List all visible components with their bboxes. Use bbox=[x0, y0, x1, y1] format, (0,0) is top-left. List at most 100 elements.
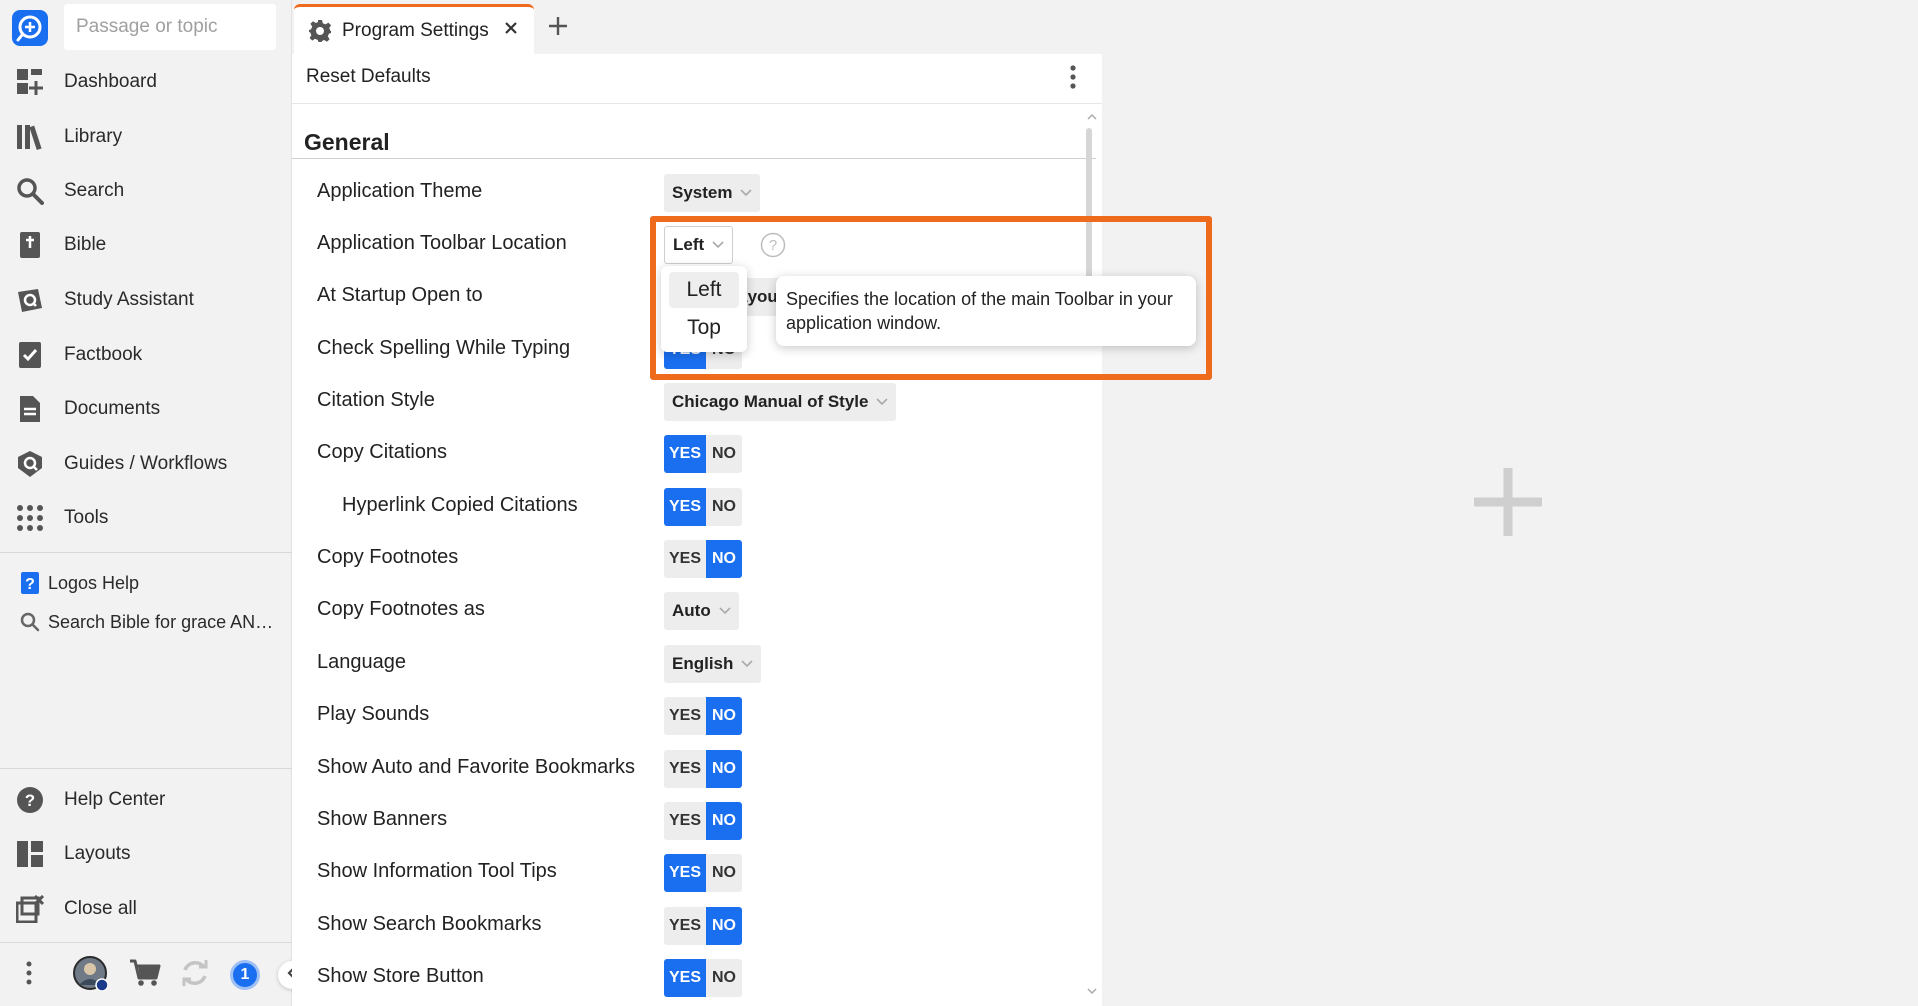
yes-button[interactable]: YES bbox=[664, 959, 706, 997]
no-button[interactable]: NO bbox=[706, 488, 742, 526]
tooltip-text: Specifies the location of the main Toolb… bbox=[786, 289, 1173, 333]
citation-style-dropdown[interactable]: Chicago Manual of Style bbox=[664, 383, 897, 421]
no-button[interactable]: NO bbox=[706, 750, 742, 788]
sidebar-item-search[interactable]: Search bbox=[0, 167, 292, 215]
sidebar-item-label: Guides / Workflows bbox=[64, 453, 228, 474]
setting-row-copy-citations: Copy Citations YES NO bbox=[292, 427, 1082, 479]
yes-button[interactable]: YES bbox=[664, 750, 706, 788]
search-icon bbox=[15, 176, 45, 206]
yes-button[interactable]: YES bbox=[664, 854, 706, 892]
recent-item-label: Logos Help bbox=[48, 572, 140, 593]
setting-row-citation-style: Citation Style Chicago Manual of Style bbox=[292, 375, 1082, 427]
factbook-icon bbox=[15, 340, 45, 370]
study-assistant-icon bbox=[15, 285, 45, 315]
sidebar-item-close-all[interactable]: Close all bbox=[0, 885, 292, 933]
add-tab-button[interactable] bbox=[544, 14, 572, 42]
setting-row-copy-footnotes-as: Copy Footnotes as Auto bbox=[292, 584, 1082, 636]
sidebar-item-study-assistant[interactable]: Study Assistant bbox=[0, 276, 292, 324]
yes-button[interactable]: YES bbox=[664, 435, 706, 473]
sidebar-item-label: Search bbox=[64, 180, 125, 201]
sidebar-item-factbook[interactable]: Factbook bbox=[0, 331, 292, 379]
vertical-dots-icon bbox=[26, 961, 32, 990]
sidebar-item-label: Library bbox=[64, 126, 123, 147]
recent-item-logos-help[interactable]: ? Logos Help bbox=[0, 566, 292, 600]
toolbar-location-menu: Left Top bbox=[661, 266, 747, 352]
scroll-up-button[interactable] bbox=[1086, 110, 1098, 122]
setting-label: Play Sounds bbox=[317, 703, 430, 725]
setting-row-show-search-bookmarks: Show Search Bookmarks YES NO bbox=[292, 899, 1082, 951]
hyperlink-copied-citations-toggle: YES NO bbox=[664, 488, 742, 526]
user-avatar-button[interactable] bbox=[70, 944, 110, 1006]
sidebar-item-help-center[interactable]: ? Help Center bbox=[0, 776, 292, 824]
reset-defaults-button[interactable]: Reset Defaults bbox=[306, 66, 431, 88]
guides-icon bbox=[15, 449, 45, 479]
menu-option-left[interactable]: Left bbox=[669, 272, 739, 308]
no-button[interactable]: NO bbox=[706, 907, 742, 945]
sidebar-item-documents[interactable]: Documents bbox=[0, 385, 292, 433]
yes-button[interactable]: YES bbox=[664, 697, 706, 735]
setting-label: Language bbox=[317, 651, 406, 673]
sidebar-item-label: Close all bbox=[64, 898, 137, 919]
chevron-down-icon bbox=[876, 398, 889, 406]
no-button[interactable]: NO bbox=[706, 435, 742, 473]
tab-program-settings[interactable]: Program Settings bbox=[294, 4, 534, 54]
sidebar-item-tools[interactable]: Tools bbox=[0, 494, 292, 542]
setting-label: Check Spelling While Typing bbox=[317, 337, 571, 359]
search-icon bbox=[19, 611, 41, 633]
notifications-button[interactable]: 1 bbox=[228, 944, 262, 1006]
no-button[interactable]: NO bbox=[706, 540, 742, 578]
application-theme-dropdown[interactable]: System bbox=[664, 174, 761, 212]
menu-option-top[interactable]: Top bbox=[669, 310, 739, 346]
show-auto-favorite-bookmarks-toggle: YES NO bbox=[664, 750, 742, 788]
setting-label: Show Store Button bbox=[317, 965, 484, 987]
no-button[interactable]: NO bbox=[706, 854, 742, 892]
sidebar-item-bible[interactable]: Bible bbox=[0, 221, 292, 269]
logos-logo-icon[interactable] bbox=[12, 10, 48, 46]
no-button[interactable]: NO bbox=[706, 697, 742, 735]
sidebar-item-label: Layouts bbox=[64, 843, 131, 864]
store-button[interactable] bbox=[128, 944, 162, 1006]
help-question-icon[interactable]: ? bbox=[760, 232, 786, 258]
more-menu-button[interactable] bbox=[16, 944, 42, 1006]
tab-title: Program Settings bbox=[342, 19, 489, 41]
yes-button[interactable]: YES bbox=[664, 540, 706, 578]
sidebar-item-guides-workflows[interactable]: Guides / Workflows bbox=[0, 440, 292, 488]
setting-row-hyperlink-copied-citations: Hyperlink Copied Citations YES NO bbox=[292, 480, 1082, 532]
sidebar-item-label: Bible bbox=[64, 234, 107, 255]
yes-button[interactable]: YES bbox=[664, 907, 706, 945]
sync-icon bbox=[180, 958, 210, 993]
sidebar-item-layouts[interactable]: Layouts bbox=[0, 830, 292, 878]
dropdown-value: Auto bbox=[672, 601, 711, 620]
setting-label: Show Banners bbox=[317, 808, 448, 830]
yes-button[interactable]: YES bbox=[664, 802, 706, 840]
recent-item-search-bible[interactable]: Search Bible for grace AN… bbox=[0, 605, 292, 639]
close-tab-button[interactable] bbox=[500, 19, 522, 41]
yes-button[interactable]: YES bbox=[664, 488, 706, 526]
scroll-down-button[interactable] bbox=[1086, 984, 1098, 996]
setting-row-show-store-button: Show Store Button YES NO bbox=[292, 951, 1082, 1003]
no-button[interactable]: NO bbox=[706, 959, 742, 997]
avatar bbox=[72, 955, 109, 996]
add-panel-button[interactable] bbox=[1472, 466, 1544, 538]
library-icon bbox=[15, 122, 45, 152]
close-all-icon bbox=[15, 894, 45, 924]
application-toolbar-location-dropdown[interactable]: Left bbox=[664, 226, 734, 264]
program-settings-panel: Reset Defaults General Application Theme… bbox=[292, 54, 1102, 1006]
dropdown-value: Left bbox=[673, 235, 705, 254]
documents-icon bbox=[15, 394, 45, 424]
sidebar-item-label: Tools bbox=[64, 507, 109, 528]
show-search-bookmarks-toggle: YES NO bbox=[664, 907, 742, 945]
language-dropdown[interactable]: English bbox=[664, 645, 762, 683]
panel-menu-button[interactable] bbox=[1060, 64, 1086, 94]
cart-icon bbox=[129, 959, 161, 992]
no-button[interactable]: NO bbox=[706, 802, 742, 840]
sidebar-item-dashboard[interactable]: Dashboard bbox=[0, 58, 292, 106]
copy-footnotes-as-dropdown[interactable]: Auto bbox=[664, 592, 739, 630]
layouts-icon bbox=[15, 839, 45, 869]
setting-row-show-banners: Show Banners YES NO bbox=[292, 794, 1082, 846]
search-input[interactable] bbox=[64, 4, 276, 50]
sidebar-item-library[interactable]: Library bbox=[0, 113, 292, 161]
setting-label: Copy Footnotes as bbox=[317, 598, 485, 620]
sync-button[interactable] bbox=[178, 944, 212, 1006]
section-title: General bbox=[304, 129, 390, 155]
